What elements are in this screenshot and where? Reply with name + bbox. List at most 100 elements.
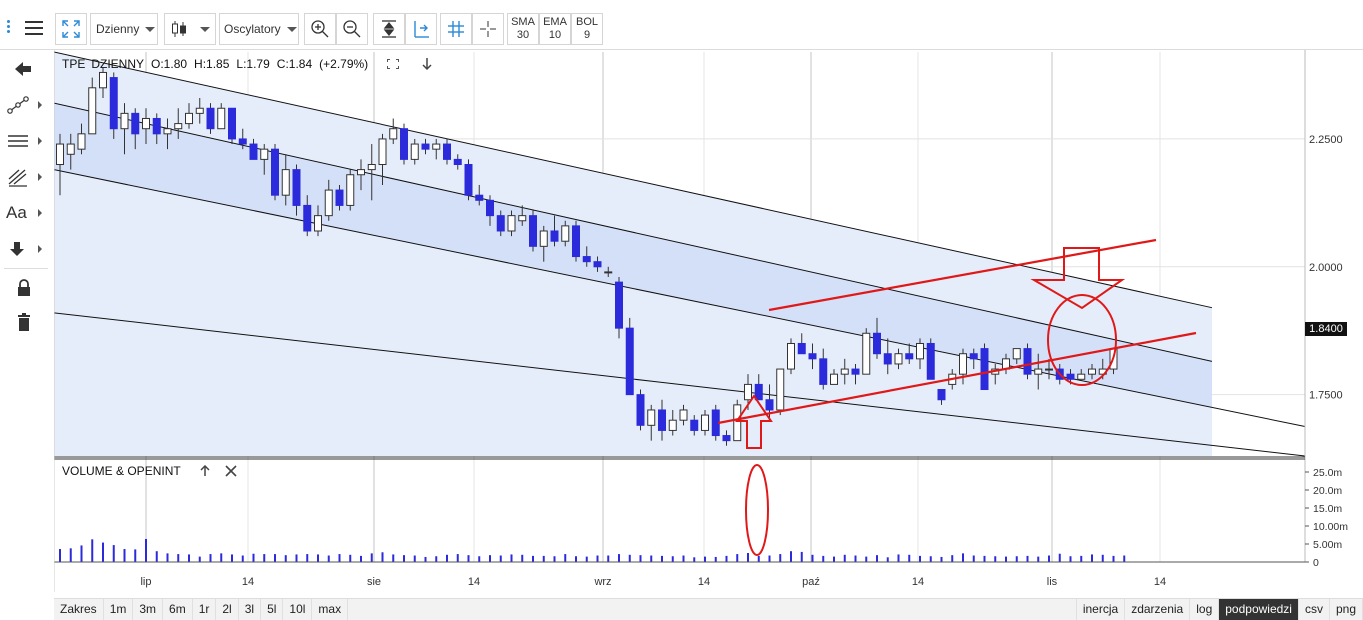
range-2l[interactable]: 2l: [216, 599, 239, 620]
range-3l[interactable]: 3l: [239, 599, 262, 620]
legend-interval: DZIENNY: [91, 57, 145, 71]
candle-body: [410, 143, 419, 160]
horizontal-lines-button[interactable]: [4, 126, 48, 156]
candle-body: [217, 107, 226, 130]
candle-body: [120, 112, 129, 130]
candle-body: [873, 332, 881, 355]
range-6m[interactable]: 6m: [163, 599, 193, 620]
zoom-out-icon: [343, 20, 361, 38]
download-tools-button[interactable]: [4, 234, 48, 264]
chart-type-dropdown[interactable]: [164, 13, 216, 45]
x-tick-label: 14: [912, 576, 924, 588]
candle-body: [464, 164, 473, 196]
volume-bar: [1005, 556, 1007, 562]
option-png[interactable]: png: [1330, 599, 1363, 620]
candle-body: [486, 199, 494, 217]
volume-bar: [80, 545, 83, 562]
volume-bar: [349, 554, 352, 562]
volume-bar: [413, 555, 416, 562]
legend-close: C:1.84: [276, 57, 313, 71]
candle-body: [765, 399, 774, 411]
volume-panel-title: VOLUME & OPENINT: [62, 464, 181, 478]
candle-body: [647, 409, 656, 426]
lock-button[interactable]: [4, 273, 48, 303]
candle-body: [840, 368, 849, 375]
autoscale-button[interactable]: [373, 13, 405, 45]
trash-icon: [18, 313, 30, 331]
back-button[interactable]: [4, 54, 48, 84]
volume-bar: [327, 555, 330, 562]
zoom-in-button[interactable]: [304, 13, 336, 45]
indicator-bol-button[interactable]: BOL 9: [571, 13, 603, 45]
candle-body: [195, 107, 204, 114]
volume-bar: [886, 557, 889, 562]
menu-dots-icon[interactable]: [7, 18, 13, 40]
candle-body: [819, 358, 828, 385]
shift-end-button[interactable]: [405, 13, 437, 45]
candle-body: [131, 112, 140, 135]
x-tick-label: lip: [140, 576, 151, 588]
fullscreen-button[interactable]: [55, 13, 87, 45]
option-csv[interactable]: csv: [1299, 599, 1330, 620]
sidebar-divider: [4, 268, 48, 269]
hamburger-menu-icon[interactable]: [25, 21, 43, 35]
candle-body: [1034, 368, 1043, 375]
crosshair-button[interactable]: [472, 13, 504, 45]
indicator-bol-value: 9: [583, 29, 591, 41]
option-inercja[interactable]: inercja: [1075, 599, 1126, 620]
candle-body: [830, 373, 838, 385]
text-tool-icon: Aa: [6, 203, 27, 222]
range-1m[interactable]: 1m: [104, 599, 134, 620]
move-up-icon[interactable]: [199, 465, 211, 477]
fibonacci-tools-button[interactable]: [4, 162, 48, 192]
volume-bar: [435, 556, 438, 562]
option-log[interactable]: log: [1190, 599, 1220, 620]
range-3m[interactable]: 3m: [133, 599, 164, 620]
candle-body: [926, 342, 935, 380]
option-podpowiedzi[interactable]: podpowiedzi: [1219, 599, 1299, 620]
grid-icon: [448, 21, 464, 37]
volume-bar: [671, 556, 674, 562]
volume-bar: [983, 555, 986, 562]
indicator-sma-button[interactable]: SMA 30: [507, 13, 539, 45]
text-tool-button[interactable]: Aa: [4, 198, 48, 228]
range-5l[interactable]: 5l: [261, 599, 284, 620]
delete-button[interactable]: [4, 307, 48, 337]
volume-bar: [177, 554, 180, 562]
candle-body: [66, 143, 75, 155]
volume-bar: [768, 555, 771, 562]
lock-icon: [18, 279, 30, 296]
volume-bar: [59, 549, 61, 562]
line-tools-button[interactable]: [4, 90, 48, 120]
grid-button[interactable]: [440, 13, 472, 45]
close-icon[interactable]: [225, 465, 237, 477]
candle-body: [56, 143, 64, 166]
candle-body: [271, 148, 279, 196]
volume-bar: [929, 556, 932, 562]
zoom-out-button[interactable]: [336, 13, 368, 45]
candle-body: [862, 332, 871, 375]
range-max[interactable]: max: [312, 599, 349, 620]
indicator-ema-button[interactable]: EMA 10: [539, 13, 571, 45]
price-chart[interactable]: lip 14 sie 14 wrz 14 paź 14 lis 14 2.2500 2.0000 1.7…: [54, 50, 1363, 598]
arrow-down-icon[interactable]: [420, 57, 434, 71]
volume-bar: [779, 554, 782, 562]
volume-bar: [209, 554, 212, 562]
candle-body: [1088, 368, 1096, 375]
expand-panel-icon[interactable]: [385, 57, 401, 71]
fibonacci-icon: [8, 169, 27, 187]
oscillators-dropdown[interactable]: Oscylatory: [219, 13, 299, 45]
candlestick-icon: [172, 21, 186, 37]
x-tick-label: sie: [367, 576, 381, 588]
volume-bar: [854, 555, 857, 562]
option-zdarzenia[interactable]: zdarzenia: [1125, 599, 1191, 620]
candle-body: [1077, 373, 1086, 380]
range-1r[interactable]: 1r: [193, 599, 217, 620]
candle-body: [636, 394, 645, 426]
volume-bar: [704, 556, 706, 562]
range-10l[interactable]: 10l: [283, 599, 313, 620]
volume-bar: [145, 538, 147, 562]
indicator-ema-value: 10: [548, 29, 562, 41]
candle-body: [905, 353, 914, 360]
interval-dropdown[interactable]: Dzienny: [90, 13, 158, 45]
